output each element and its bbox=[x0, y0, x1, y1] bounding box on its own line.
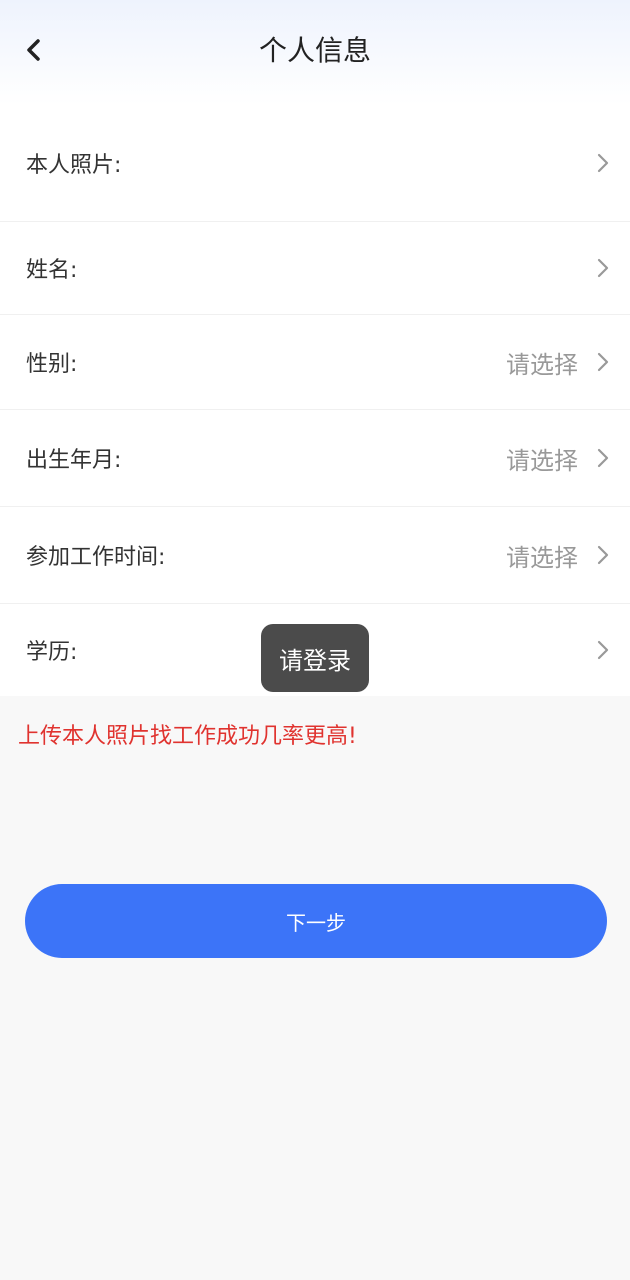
top-bar: 个人信息 bbox=[0, 0, 630, 105]
row-label-name: 姓名: bbox=[26, 258, 78, 283]
row-birth[interactable]: 出生年月: 请选择 bbox=[0, 410, 630, 507]
row-value-gender: 请选择 bbox=[506, 350, 578, 379]
row-gender[interactable]: 性别: 请选择 bbox=[0, 315, 630, 410]
row-label-gender: 性别: bbox=[26, 352, 78, 377]
personal-info-form: 本人照片: 姓名: 性别: 请选择 出生年月: 请选择 参加工作时间: 请选择 … bbox=[0, 105, 630, 696]
row-label-education: 学历: bbox=[26, 640, 78, 665]
chevron-right-icon bbox=[594, 639, 612, 661]
row-value-birth: 请选择 bbox=[506, 446, 578, 475]
row-label-birth: 出生年月: bbox=[26, 448, 122, 473]
chevron-right-icon bbox=[594, 544, 612, 566]
row-label-photo: 本人照片: bbox=[26, 153, 122, 178]
row-label-worktime: 参加工作时间: bbox=[26, 545, 166, 570]
chevron-right-icon bbox=[594, 351, 612, 373]
next-step-button[interactable]: 下一步 bbox=[25, 884, 607, 958]
photo-hint-text: 上传本人照片找工作成功几率更高! bbox=[18, 724, 357, 749]
row-photo[interactable]: 本人照片: bbox=[0, 105, 630, 222]
login-toast: 请登录 bbox=[261, 624, 369, 692]
row-worktime[interactable]: 参加工作时间: 请选择 bbox=[0, 507, 630, 604]
chevron-right-icon bbox=[594, 447, 612, 469]
chevron-right-icon bbox=[594, 152, 612, 174]
page-title: 个人信息 bbox=[258, 34, 371, 67]
row-name[interactable]: 姓名: bbox=[0, 222, 630, 315]
chevron-right-icon bbox=[594, 257, 612, 279]
row-value-worktime: 请选择 bbox=[506, 543, 578, 572]
